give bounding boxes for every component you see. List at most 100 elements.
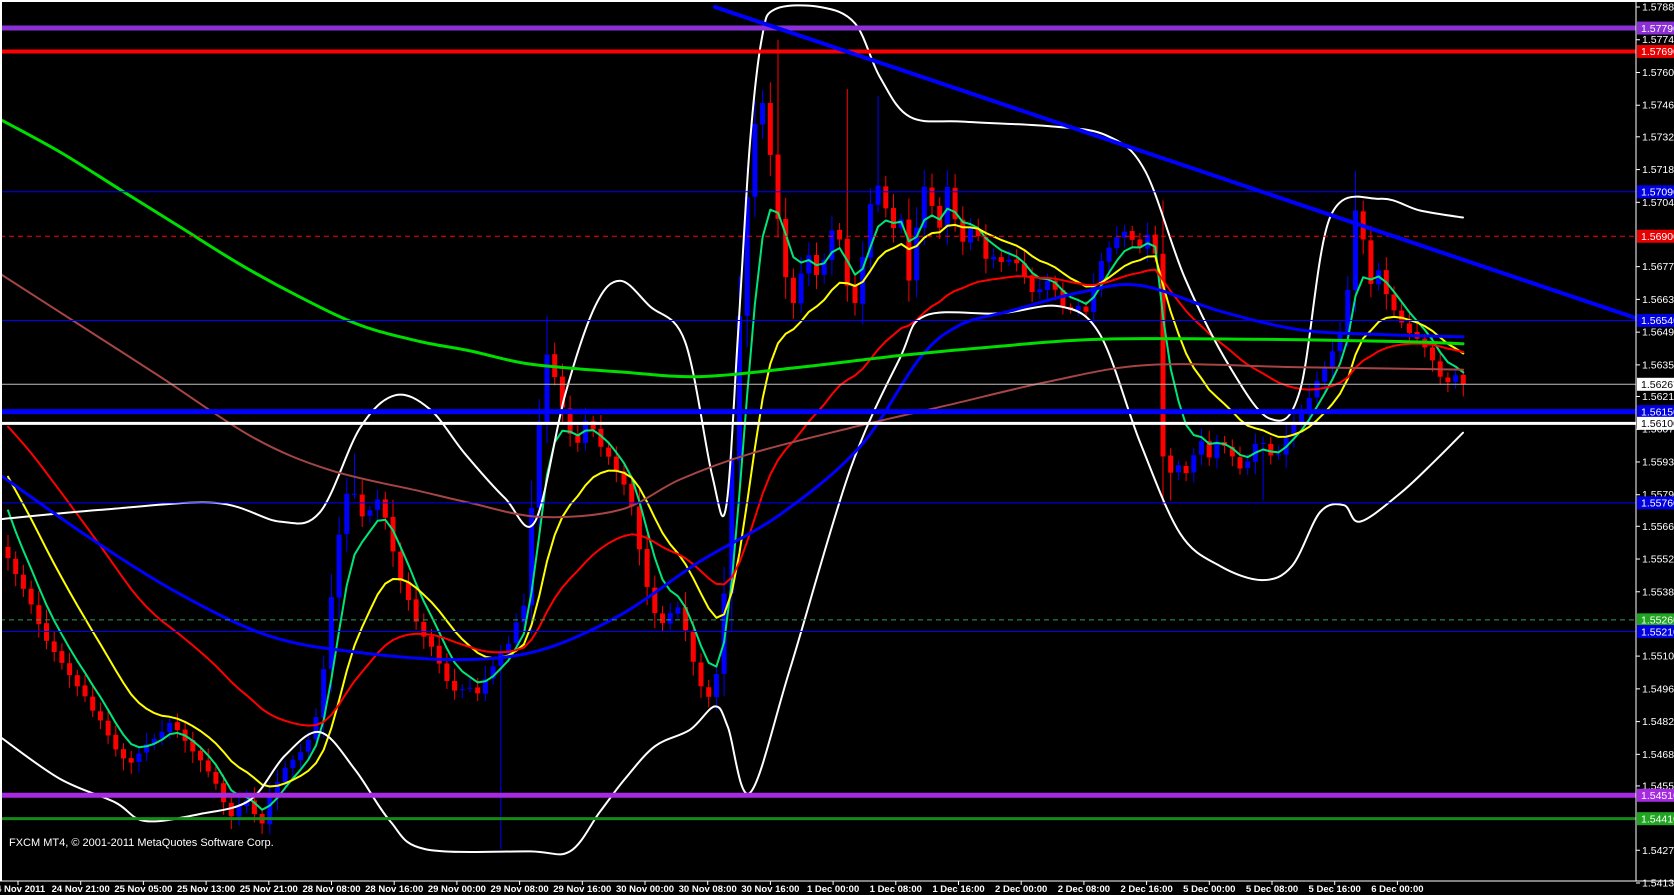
candle-bull <box>460 689 465 690</box>
price-level-badge: 1.56100 <box>1637 417 1674 430</box>
time-tick-label: 1 Dec 08:00 <box>870 884 922 895</box>
candle-bear <box>1084 307 1089 312</box>
candle-bear <box>198 751 203 761</box>
candle-bear <box>13 559 18 574</box>
candle-bear <box>1407 323 1412 333</box>
price-tick-label: 1.57600 <box>1642 67 1674 79</box>
candle-bear <box>1014 260 1019 264</box>
candle-bull <box>806 255 811 273</box>
candle-bear <box>106 721 111 736</box>
candle-bear <box>121 749 126 758</box>
time-tick-label: 25 Nov 21:00 <box>240 884 298 895</box>
price-tick-label: 1.57045 <box>1642 197 1674 209</box>
price-badge-label: 1.54410 <box>1641 813 1674 825</box>
price-level-badge: 1.55760 <box>1637 496 1674 509</box>
candle-bull <box>1330 351 1335 367</box>
price-tick-label: 1.55380 <box>1642 586 1674 598</box>
candle-bull <box>668 613 673 624</box>
candlestick-chart[interactable]: 1.578801.577401.576001.574601.573251.571… <box>0 0 1674 895</box>
price-tick-label: 1.56350 <box>1642 359 1674 371</box>
candle-bear <box>83 685 88 696</box>
price-tick-label: 1.57460 <box>1642 100 1674 112</box>
price-badge-label: 1.55210 <box>1641 626 1674 638</box>
candle-bear <box>52 641 57 652</box>
candle-bear <box>637 507 642 550</box>
time-tick-label: 1 Dec 00:00 <box>807 884 859 895</box>
candle-bull <box>167 723 172 732</box>
time-tick-label: 25 Nov 13:00 <box>177 884 235 895</box>
price-level-badge: 1.55210 <box>1637 625 1674 638</box>
candle-bull <box>468 688 473 689</box>
candle-bear <box>660 613 665 623</box>
candle-bull <box>537 421 542 507</box>
candle-bull <box>1122 232 1127 238</box>
candle-bull <box>876 185 881 204</box>
candle-bull <box>968 228 973 242</box>
candle-bull <box>799 273 804 303</box>
candle-bear <box>883 186 888 208</box>
time-tick-label: 1 Dec 16:00 <box>932 884 984 895</box>
candle-bear <box>1168 456 1173 473</box>
candle-bull <box>514 623 519 643</box>
price-level-badge: 1.56267 <box>1637 378 1674 391</box>
candle-bull <box>1322 367 1327 381</box>
candle-bull <box>344 494 349 534</box>
price-level-badge: 1.56150 <box>1637 405 1674 418</box>
candle-bull <box>290 760 295 768</box>
candle-bear <box>206 760 211 771</box>
candle-bear <box>59 651 64 663</box>
candle-bull <box>367 510 372 515</box>
candle-bull <box>136 754 141 763</box>
candle-bear <box>1430 347 1435 360</box>
candle-bear <box>475 687 480 693</box>
chart-background <box>0 0 1674 895</box>
candle-bear <box>1392 295 1397 311</box>
candle-bear <box>360 495 365 517</box>
price-tick-label: 1.56630 <box>1642 294 1674 306</box>
time-tick-label: 2 Dec 00:00 <box>995 884 1047 895</box>
mt4-chart-window[interactable]: 1.578801.577401.576001.574601.573251.571… <box>0 0 1674 895</box>
candle-bear <box>1184 466 1189 473</box>
price-level-badge: 1.54410 <box>1637 812 1674 825</box>
candle-bull <box>306 740 311 752</box>
time-tick-label: 2 Dec 08:00 <box>1058 884 1110 895</box>
time-tick-label: 6 Dec 00:00 <box>1371 884 1423 895</box>
candle-bear <box>645 549 650 587</box>
price-badge-label: 1.56150 <box>1641 406 1674 418</box>
time-tick-label: 5 Dec 16:00 <box>1309 884 1361 895</box>
candle-bear <box>221 783 226 802</box>
candle-bear <box>999 257 1004 262</box>
price-badge-label: 1.57090 <box>1641 187 1674 199</box>
candle-bull <box>1199 441 1204 455</box>
price-badge-label: 1.55760 <box>1641 498 1674 510</box>
price-badge-label: 1.57690 <box>1641 46 1674 58</box>
time-tick-label: 28 Nov 16:00 <box>365 884 423 895</box>
price-badge-label: 1.56267 <box>1641 379 1674 391</box>
price-tick-label: 1.54685 <box>1642 749 1674 761</box>
price-badge-label: 1.56900 <box>1641 231 1674 243</box>
candle-bear <box>837 230 842 240</box>
candle-bull <box>314 717 319 739</box>
price-badge-label: 1.54510 <box>1641 790 1674 802</box>
candle-bull <box>267 797 272 824</box>
candle-bull <box>498 653 503 666</box>
price-tick-label: 1.54135 <box>1642 878 1674 890</box>
price-tick-label: 1.54965 <box>1642 683 1674 695</box>
price-tick-label: 1.57880 <box>1642 2 1674 14</box>
candle-bull <box>1107 248 1112 262</box>
candle-bull <box>1076 306 1081 311</box>
candle-bull <box>337 535 342 598</box>
price-tick-label: 1.55105 <box>1642 651 1674 663</box>
candle-bear <box>437 646 442 664</box>
price-tick-label: 1.55520 <box>1642 554 1674 566</box>
time-tick-label: 2 Dec 16:00 <box>1120 884 1172 895</box>
candle-bear <box>1238 457 1243 468</box>
time-tick-label: 29 Nov 16:00 <box>553 884 611 895</box>
price-tick-label: 1.56215 <box>1642 391 1674 403</box>
candle-bear <box>129 758 134 763</box>
candle-bear <box>213 772 218 784</box>
candle-bull <box>1114 237 1119 248</box>
time-tick-label: 5 Dec 08:00 <box>1246 884 1298 895</box>
candle-bear <box>706 687 711 697</box>
candle-bear <box>930 188 935 206</box>
